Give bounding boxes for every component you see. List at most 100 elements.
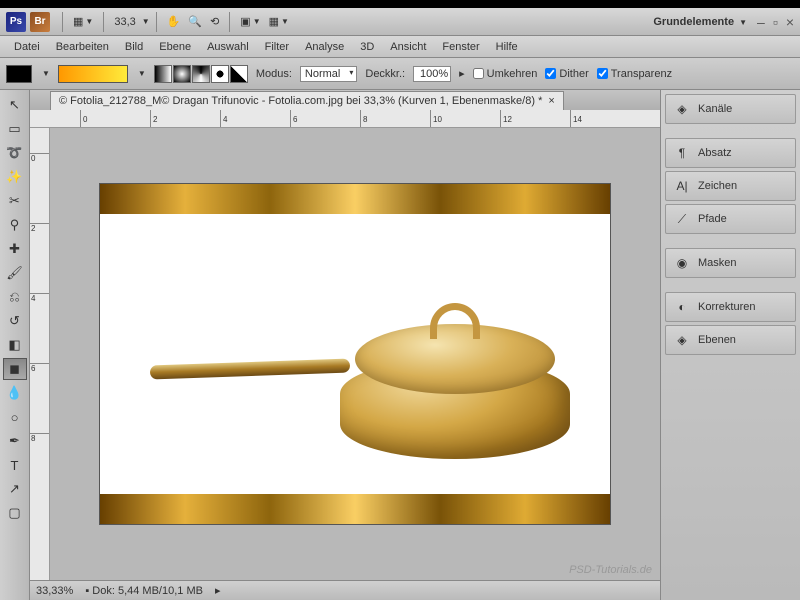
app-topbar: Ps Br ▦▼ 33,3▼ ✋ 🔍 ⟲ ▣▼ ▦▼ Grundelemente… — [0, 8, 800, 36]
mode-label: Modus: — [256, 68, 292, 80]
menu-edit[interactable]: Bearbeiten — [48, 38, 117, 56]
document-tab[interactable]: © Fotolia_212788_M© Dragan Trifunovic - … — [50, 91, 564, 110]
menu-file[interactable]: Datei — [6, 38, 48, 56]
eraser-tool[interactable]: ◧ — [3, 334, 27, 356]
ruler-tick: 2 — [150, 110, 157, 127]
opacity-input[interactable]: 100% — [413, 66, 451, 82]
application-window: Ps Br ▦▼ 33,3▼ ✋ 🔍 ⟲ ▣▼ ▦▼ Grundelemente… — [0, 0, 800, 600]
status-zoom[interactable]: 33,33% — [36, 585, 73, 597]
image-gold-border-top — [100, 184, 610, 214]
panel-dock: ◈Kanäle ¶ Absatz A| Zeichen ⟋Pfade ◉Masken… — [660, 90, 800, 600]
separator — [229, 12, 230, 32]
opacity-label: Deckkr.: — [365, 68, 405, 80]
dropdown-arrow-icon[interactable]: ▼ — [42, 69, 50, 78]
separator — [103, 12, 104, 32]
reflected-gradient-button[interactable] — [211, 65, 229, 83]
heal-tool[interactable]: ✚ — [3, 238, 27, 260]
lasso-tool[interactable]: ➰ — [3, 142, 27, 164]
ruler-tick: 4 — [30, 293, 49, 303]
menu-image[interactable]: Bild — [117, 38, 151, 56]
rotate-tool-icon[interactable]: ⟲ — [206, 13, 223, 30]
minimize-icon[interactable]: – — [757, 14, 765, 30]
bridge-logo[interactable]: Br — [30, 12, 50, 32]
image-gold-border-bottom — [100, 494, 610, 524]
ruler-tick: 0 — [80, 110, 87, 127]
menu-select[interactable]: Auswahl — [199, 38, 257, 56]
angle-gradient-button[interactable] — [192, 65, 210, 83]
transparency-checkbox[interactable]: Transparenz — [597, 68, 672, 80]
zoom-dropdown-arrow[interactable]: ▼ — [142, 17, 150, 26]
status-flyout-icon[interactable]: ▸ — [215, 584, 221, 597]
layout-dropdown[interactable]: ▦▼ — [69, 13, 97, 30]
panel-channels[interactable]: ◈Kanäle — [665, 94, 796, 124]
panel-character[interactable]: A| Zeichen — [665, 171, 796, 201]
photoshop-logo[interactable]: Ps — [6, 12, 26, 32]
close-icon[interactable]: × — [786, 14, 794, 30]
mode-select[interactable]: Normal — [300, 66, 357, 82]
dodge-tool[interactable]: ○ — [3, 406, 27, 428]
ruler-horizontal[interactable]: 0 2 4 6 8 10 12 14 — [30, 110, 660, 128]
crop-tool[interactable]: ✂ — [3, 190, 27, 212]
move-tool[interactable]: ↖ — [3, 94, 27, 116]
marquee-tool[interactable]: ▭ — [3, 118, 27, 140]
panel-layers[interactable]: ◈Ebenen — [665, 325, 796, 355]
ruler-tick: 6 — [290, 110, 297, 127]
wand-tool[interactable]: ✨ — [3, 166, 27, 188]
blur-tool[interactable]: 💧 — [3, 382, 27, 404]
reverse-checkbox[interactable]: Umkehren — [473, 68, 538, 80]
ruler-tick: 10 — [430, 110, 442, 127]
canvas-area[interactable]: PSD-Tutorials.de — [50, 128, 660, 580]
separator — [62, 12, 63, 32]
type-tool[interactable]: T — [3, 454, 27, 476]
paragraph-icon: ¶ — [674, 145, 690, 161]
gradient-swatch[interactable] — [58, 65, 128, 83]
shape-tool[interactable]: ▢ — [3, 502, 27, 524]
panel-adjustments[interactable]: ◐Korrekturen — [665, 292, 796, 322]
menu-window[interactable]: Fenster — [434, 38, 487, 56]
toolbox: ↖ ▭ ➰ ✨ ✂ ⚲ ✚ 🖌 ⎌ ↺ ◧ ◼ 💧 ○ ✒ T ↗ ▢ — [0, 90, 30, 600]
eyedropper-tool[interactable]: ⚲ — [3, 214, 27, 236]
stamp-tool[interactable]: ⎌ — [3, 286, 27, 308]
linear-gradient-button[interactable] — [154, 65, 172, 83]
ruler-tick: 2 — [30, 223, 49, 233]
opacity-flyout-icon[interactable]: ▸ — [459, 67, 465, 80]
dropdown-arrow-icon[interactable]: ▼ — [138, 69, 146, 78]
pen-tool[interactable]: ✒ — [3, 430, 27, 452]
layers-icon: ◈ — [674, 332, 690, 348]
menu-layer[interactable]: Ebene — [151, 38, 199, 56]
dither-label: Dither — [559, 68, 588, 80]
menu-analyze[interactable]: Analyse — [297, 38, 352, 56]
maximize-icon[interactable]: ▫ — [773, 14, 778, 30]
panel-masks[interactable]: ◉Masken — [665, 248, 796, 278]
brush-tool[interactable]: 🖌 — [3, 262, 27, 284]
menu-help[interactable]: Hilfe — [488, 38, 526, 56]
panel-label: Zeichen — [698, 180, 737, 192]
diamond-gradient-button[interactable] — [230, 65, 248, 83]
panel-paragraph[interactable]: ¶ Absatz — [665, 138, 796, 168]
close-tab-icon[interactable]: × — [548, 95, 554, 107]
zoom-value[interactable]: 33,3 — [110, 16, 139, 28]
ruler-tick: 12 — [500, 110, 512, 127]
path-select-tool[interactable]: ↗ — [3, 478, 27, 500]
menu-view[interactable]: Ansicht — [382, 38, 434, 56]
menu-filter[interactable]: Filter — [257, 38, 297, 56]
radial-gradient-button[interactable] — [173, 65, 191, 83]
history-brush-tool[interactable]: ↺ — [3, 310, 27, 332]
panel-paths[interactable]: ⟋Pfade — [665, 204, 796, 234]
canvas[interactable] — [100, 184, 610, 524]
zoom-tool-icon[interactable]: 🔍 — [184, 13, 206, 30]
menu-3d[interactable]: 3D — [352, 38, 382, 56]
dither-checkbox[interactable]: Dither — [545, 68, 588, 80]
gradient-tool[interactable]: ◼ — [3, 358, 27, 380]
hand-tool-icon[interactable]: ✋ — [163, 13, 185, 30]
arrange-dropdown[interactable]: ▦▼ — [265, 13, 293, 30]
reverse-label: Umkehren — [487, 68, 538, 80]
status-doc-info[interactable]: ▪ Dok: 5,44 MB/10,1 MB — [85, 585, 203, 597]
ruler-vertical[interactable]: 0 2 4 6 8 — [30, 128, 50, 580]
workspace-selector[interactable]: Grundelemente ▼ — [653, 16, 747, 28]
character-icon: A| — [674, 178, 690, 194]
panel-label: Absatz — [698, 147, 732, 159]
screen-mode-dropdown[interactable]: ▣▼ — [236, 13, 264, 30]
tool-preset-swatch[interactable] — [6, 65, 32, 83]
adjustments-icon: ◐ — [674, 299, 690, 315]
